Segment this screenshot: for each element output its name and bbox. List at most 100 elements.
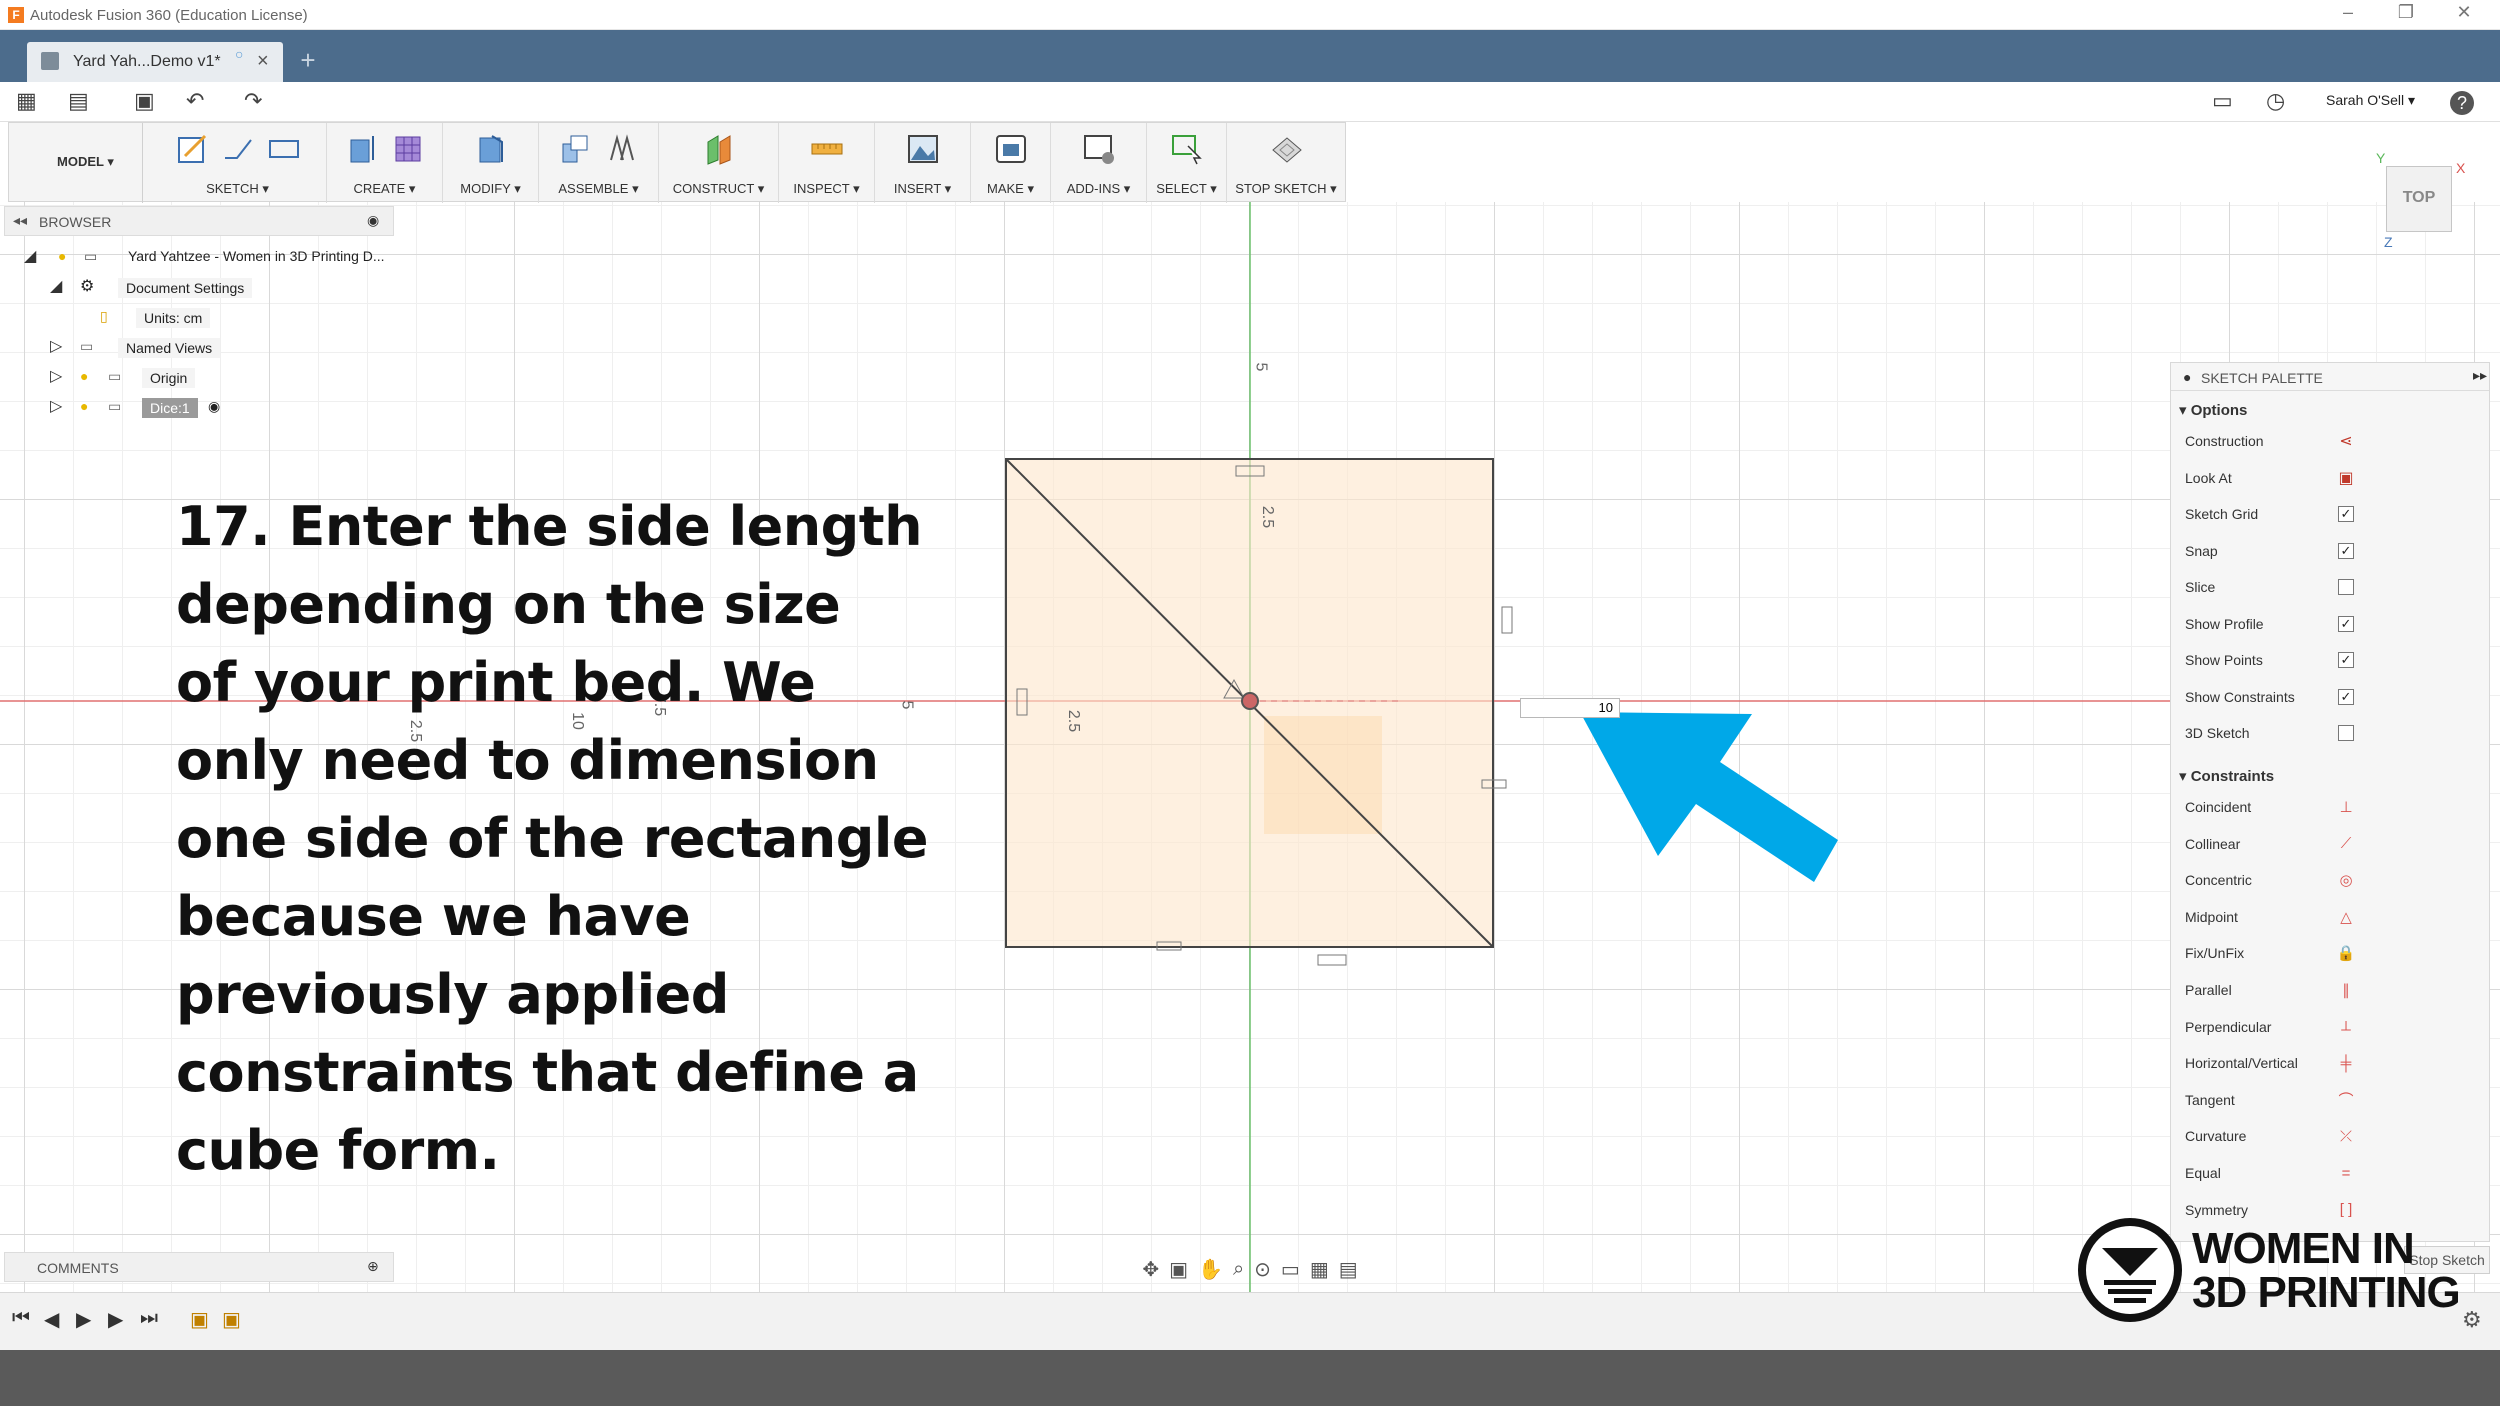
joint-icon[interactable] [602,129,642,169]
expand-icon[interactable]: ◢ [50,276,62,296]
close-window-icon[interactable]: ✕ [2444,2,2484,23]
options-section-title[interactable]: ▾ Options [2179,401,2247,419]
pan-icon[interactable]: ✋ [1198,1257,1223,1282]
concentric-icon[interactable]: ◎ [2335,869,2357,891]
step-forward-icon[interactable]: ▶ [108,1307,123,1332]
look-at-icon[interactable]: ▣ [1169,1257,1188,1282]
go-to-start-icon[interactable]: ⏮ [12,1307,30,1330]
palette-option-row[interactable]: Construction ⋖ [2185,427,2485,457]
redo-icon[interactable]: ↷ [244,88,262,114]
zoom-icon[interactable]: ⌕ [1233,1258,1244,1281]
constraint-row[interactable]: Equal = [2185,1159,2485,1189]
palette-option-row[interactable]: Slice [2185,573,2485,603]
constraint-row[interactable]: Curvature ⤫ [2185,1122,2485,1152]
browser-item-dice[interactable]: ▷ ● ▭ Dice:1 ◉ [50,394,390,420]
palette-option-row[interactable]: Look At ▣ [2185,464,2485,494]
file-menu-icon[interactable]: ▤ [68,88,89,114]
expand-icon[interactable]: ◢ [24,246,36,266]
look-at-icon[interactable]: ▣ [2335,467,2357,489]
palette-option-row[interactable]: 3D Sketch [2185,719,2485,749]
browser-item-document-settings[interactable]: ◢ ⚙ Document Settings [50,274,390,300]
scripts-icon[interactable] [1079,129,1119,169]
palette-checkbox[interactable]: ✓ [2338,506,2354,522]
new-component-icon[interactable] [556,129,596,169]
notifications-icon[interactable]: ▭ [2212,88,2233,114]
visibility-bulb-icon[interactable]: ● [80,368,88,384]
sketch-group[interactable]: SKETCH ▾ [149,123,327,203]
tangent-icon[interactable]: ⌒ [2335,1089,2357,1111]
browser-item-origin[interactable]: ▷ ● ▭ Origin [50,364,390,390]
browser-item-units[interactable]: ▯ Units: cm [100,304,400,330]
perpendicular-icon[interactable]: ⟂ [2335,1016,2357,1038]
document-tab[interactable]: Yard Yah...Demo v1* ○ × [27,42,283,82]
grid-settings-icon[interactable]: ▦ [1310,1257,1329,1282]
inspect-group[interactable]: INSPECT ▾ [779,123,875,203]
undo-icon[interactable]: ↶ [186,88,204,114]
data-panel-grid-icon[interactable]: ▦ [16,88,37,114]
dimension-value-input[interactable]: 10 [1520,698,1620,718]
palette-expand-icon[interactable]: ▸▸ [2473,367,2487,384]
browser-header[interactable]: ◂◂ BROWSER ◉ [4,206,394,236]
minimize-icon[interactable]: – [2328,2,2368,23]
comments-add-icon[interactable]: ⊕ [367,1258,379,1275]
timeline-sketch-icon[interactable]: ▣ [222,1307,241,1332]
view-cube[interactable]: TOP [2386,166,2452,232]
palette-option-row[interactable]: Sketch Grid ✓ [2185,500,2485,530]
browser-item-root[interactable]: ◢ ● ▭ Yard Yahtzee - Women in 3D Printin… [24,244,394,270]
play-icon[interactable]: ▶ [76,1307,91,1332]
stop-sketch-group[interactable]: STOP SKETCH ▾ [1227,123,1345,203]
palette-option-row[interactable]: Show Constraints ✓ [2185,683,2485,713]
midpoint-icon[interactable]: △ [2335,906,2357,928]
add-ins-group[interactable]: ADD-INS ▾ [1051,123,1147,203]
job-status-icon[interactable]: ◷ [2266,88,2285,114]
make-group[interactable]: MAKE ▾ [971,123,1051,203]
constraint-row[interactable]: Coincident ⊥ [2185,793,2485,823]
stop-sketch-icon[interactable] [1266,129,1306,169]
3d-print-icon[interactable] [991,129,1031,169]
equal-icon[interactable]: = [2335,1162,2357,1184]
sketch-palette-header[interactable]: ● SKETCH PALETTE ▸▸ [2171,363,2489,391]
step-back-icon[interactable]: ◀ [44,1307,59,1332]
orbit-icon[interactable]: ✥ [1142,1257,1159,1282]
palette-pin-icon[interactable]: ● [2183,369,2191,385]
palette-checkbox[interactable]: ✓ [2338,652,2354,668]
browser-item-named-views[interactable]: ▷ ▭ Named Views [50,334,390,360]
palette-checkbox[interactable] [2338,579,2354,595]
expand-icon[interactable]: ▷ [50,396,62,416]
parallel-icon[interactable]: ∥ [2335,979,2357,1001]
constraint-row[interactable]: Tangent ⌒ [2185,1086,2485,1116]
help-icon[interactable]: ? [2450,91,2474,115]
new-tab-button[interactable]: + [290,44,326,78]
insert-group[interactable]: INSERT ▾ [875,123,971,203]
palette-option-row[interactable]: Snap ✓ [2185,537,2485,567]
coincident-icon[interactable]: ⊥ [2335,796,2357,818]
horizontal-vertical-icon[interactable]: ╪ [2335,1052,2357,1074]
curvature-icon[interactable]: ⤫ [2335,1125,2357,1147]
restore-icon[interactable]: ❐ [2386,2,2426,23]
constraint-row[interactable]: Perpendicular ⟂ [2185,1013,2485,1043]
palette-option-row[interactable]: Show Profile ✓ [2185,610,2485,640]
palette-checkbox[interactable]: ✓ [2338,688,2354,705]
palette-checkbox[interactable] [2338,725,2354,741]
assemble-group[interactable]: ASSEMBLE ▾ [539,123,659,203]
workspace-switcher[interactable]: MODEL ▾ [23,123,143,203]
user-account-menu[interactable]: Sarah O'Sell ▾ [2326,92,2415,109]
palette-checkbox[interactable]: ✓ [2338,542,2354,559]
select-icon[interactable] [1167,129,1207,169]
extrude-icon[interactable] [342,129,382,169]
go-to-end-icon[interactable]: ⏭ [140,1307,158,1330]
create-group[interactable]: CREATE ▾ [327,123,443,203]
constraint-row[interactable]: Collinear ⟋ [2185,830,2485,860]
constraint-row[interactable]: Midpoint △ [2185,903,2485,933]
save-icon[interactable]: ▣ [134,88,155,114]
create-sketch-icon[interactable] [172,129,212,169]
modify-group[interactable]: MODIFY ▾ [443,123,539,203]
timeline-sketch-icon[interactable]: ▣ [190,1307,209,1332]
fix-icon[interactable]: 🔒 [2335,942,2357,964]
close-tab-icon[interactable]: × [257,50,269,73]
browser-pin-icon[interactable]: ◉ [367,212,379,229]
expand-icon[interactable]: ▷ [50,336,62,356]
measure-icon[interactable] [807,129,847,169]
offset-plane-icon[interactable] [699,129,739,169]
construct-group[interactable]: CONSTRUCT ▾ [659,123,779,203]
